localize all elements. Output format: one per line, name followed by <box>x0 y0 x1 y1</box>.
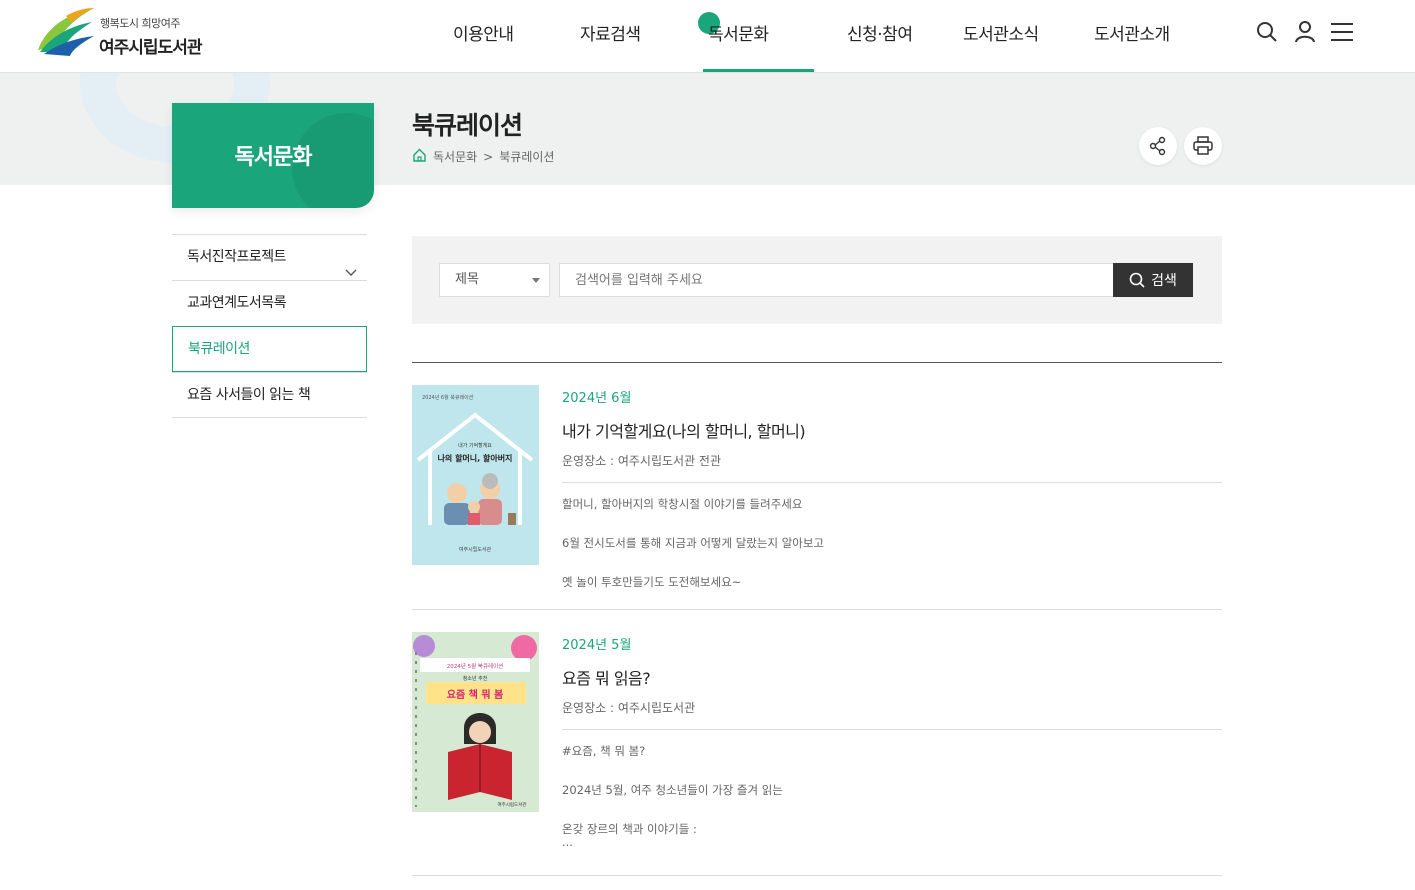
home-icon[interactable] <box>412 148 427 165</box>
description-line: 온갖 장르의 책과 이야기들 : <box>562 822 697 836</box>
breadcrumb-item[interactable]: 독서문화 <box>433 148 477 165</box>
nav-item-participation[interactable]: 신청·참여 <box>847 20 913 45</box>
search-button-label: 검색 <box>1151 272 1177 288</box>
logo-title: 여주시립도서관 <box>99 38 202 58</box>
breadcrumb: 독서문화 > 북큐레이션 <box>412 148 554 165</box>
nav-active-indicator <box>703 69 814 72</box>
thumb-bottom-text: 여주시립도서관 <box>459 546 492 553</box>
sidebar-item-curriculum-books[interactable]: 교과연계도서목록 <box>172 280 367 326</box>
nav-item-reading-culture[interactable]: 독서문화 <box>708 20 769 45</box>
section-title-card: 독서문화 <box>172 103 374 208</box>
user-icon[interactable] <box>1293 20 1317 44</box>
item-divider <box>562 729 1222 730</box>
item-place: 운영장소 : 여주시립도서관 전관 <box>562 454 722 468</box>
site-logo[interactable]: 행복도시 희망여주 여주시립도서관 <box>36 6 236 58</box>
thumb-main-text: 요즘 책 뭐 봄 <box>447 688 503 701</box>
thumb-mid-text: 청소년 추천 <box>463 675 488 682</box>
share-icon[interactable] <box>1139 127 1177 165</box>
list-item-info: 2024년 6월 내가 기억할게요(나의 할머니, 할머니) 운영장소 : 여주… <box>562 385 1222 613</box>
search-icon <box>1129 272 1145 288</box>
list-item: 2024년 5월 북큐레이션 청소년 추천 요즘 책 뭐 봄 여주시립도서관 2… <box>412 632 1222 876</box>
nav-item-about[interactable]: 도서관소개 <box>1094 20 1170 45</box>
logo-subtitle: 행복도시 희망여주 <box>100 17 180 30</box>
nav-item-search[interactable]: 자료검색 <box>580 20 641 45</box>
sidebar-menu: 독서진작프로젝트 교과연계도서목록 북큐레이션 요즘 사서들이 읽는 책 <box>172 234 367 418</box>
sidebar-item-label: 북큐레이션 <box>188 341 250 357</box>
book-cover-thumbnail[interactable]: 2024년 6월 북큐레이션 내가 기억할게요 나의 할머니, 할아버지 여주시… <box>412 385 539 565</box>
breadcrumb-current[interactable]: 북큐레이션 <box>499 148 554 165</box>
list-item-info: 2024년 5월 요즘 뭐 읽음? 운영장소 : 여주시립도서관 #요즘, 책 … <box>562 632 1222 849</box>
sidebar-item-librarian-picks[interactable]: 요즘 사서들이 읽는 책 <box>172 372 367 418</box>
thumb-bottom-text: 여주시립도서관 <box>498 801 527 808</box>
sidebar-item-label: 요즘 사서들이 읽는 책 <box>187 387 311 403</box>
item-date: 2024년 5월 <box>562 638 632 653</box>
description-line: ... <box>562 835 573 849</box>
site-header: 행복도시 희망여주 여주시립도서관 이용안내 자료검색 독서문화 신청·참여 도… <box>0 0 1415 73</box>
sidebar-item-label: 교과연계도서목록 <box>187 295 287 311</box>
item-title[interactable]: 내가 기억할게요(나의 할머니, 할머니) <box>562 418 1222 442</box>
list-top-border <box>412 362 1222 363</box>
nav-item-usage[interactable]: 이용안내 <box>453 20 514 45</box>
select-value: 제목 <box>455 272 479 287</box>
breadcrumb-separator: > <box>483 149 494 164</box>
caret-down-icon <box>532 278 540 283</box>
item-date: 2024년 6월 <box>562 391 632 406</box>
nav-item-news[interactable]: 도서관소식 <box>963 20 1039 45</box>
thumb-top-text: 2024년 5월 북큐레이션 <box>447 662 503 670</box>
thumb-mid-text: 내가 기억할게요 <box>458 442 492 449</box>
description-line: #요즘, 책 뭐 봄? <box>562 744 646 758</box>
description-line: 옛 놀이 투호만들기도 도전해보세요~ <box>562 575 742 589</box>
item-title[interactable]: 요즘 뭐 읽음? <box>562 665 1222 689</box>
item-place: 운영장소 : 여주시립도서관 <box>562 701 696 715</box>
library-logo-mark <box>38 8 94 56</box>
description-line: 6월 전시도서를 통해 지금과 어떻게 달랐는지 알아보고 <box>562 536 825 550</box>
book-cover-thumbnail[interactable]: 2024년 5월 북큐레이션 청소년 추천 요즘 책 뭐 봄 여주시립도서관 <box>412 632 539 812</box>
item-description: #요즘, 책 뭐 봄? 2024년 5월, 여주 청소년들이 가장 즐겨 읽는 … <box>562 743 1222 849</box>
thumb-top-text: 2024년 6월 북큐레이션 <box>422 394 474 401</box>
page-title: 북큐레이션 <box>412 111 523 140</box>
sidebar-item-reading-project[interactable]: 독서진작프로젝트 <box>172 234 367 280</box>
print-icon[interactable] <box>1184 127 1222 165</box>
search-button[interactable]: 검색 <box>1113 263 1193 297</box>
item-description: 할머니, 할아버지의 학창시절 이야기를 들려주세요 6월 전시도서를 통해 지… <box>562 496 1222 613</box>
menu-icon[interactable] <box>1330 20 1354 44</box>
item-divider <box>562 482 1222 483</box>
search-icon[interactable] <box>1255 20 1279 44</box>
search-panel: 제목 검색 <box>412 236 1222 324</box>
search-field-select[interactable]: 제목 <box>439 263 550 297</box>
description-line: 할머니, 할아버지의 학창시절 이야기를 들려주세요 <box>562 497 803 511</box>
section-title: 독서문화 <box>234 145 313 170</box>
list-item: 2024년 6월 북큐레이션 내가 기억할게요 나의 할머니, 할아버지 여주시… <box>412 385 1222 610</box>
search-input[interactable] <box>559 263 1114 297</box>
sidebar-item-label: 독서진작프로젝트 <box>187 249 287 265</box>
description-line: 2024년 5월, 여주 청소년들이 가장 즐겨 읽는 <box>562 783 783 797</box>
sidebar-item-book-curation[interactable]: 북큐레이션 <box>172 326 367 372</box>
thumb-main-text: 나의 할머니, 할아버지 <box>438 453 513 463</box>
